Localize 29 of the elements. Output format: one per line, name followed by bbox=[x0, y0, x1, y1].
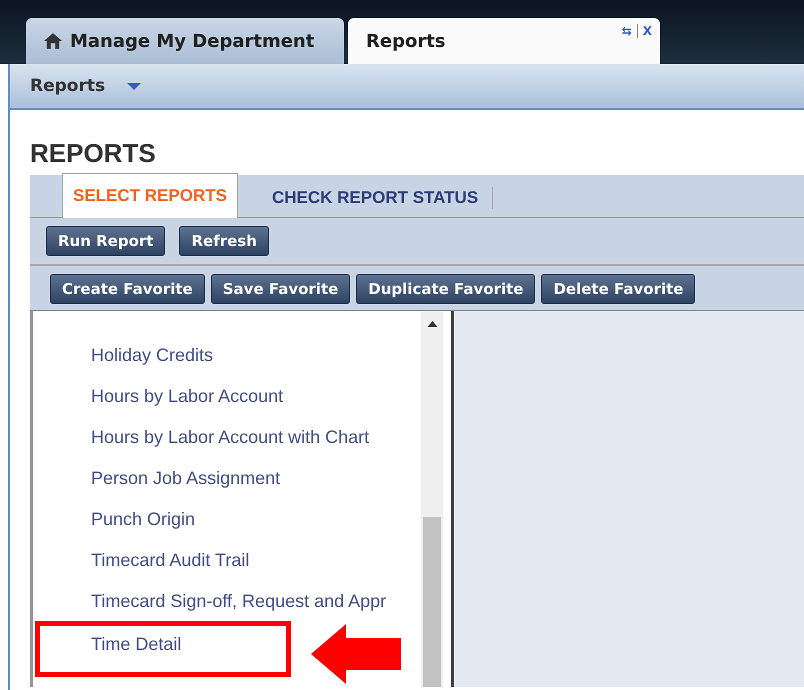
app-tab[interactable]: Reports ⇆ X bbox=[348, 18, 660, 64]
report-item[interactable]: Person Job Assignment bbox=[91, 468, 280, 489]
action-button[interactable]: Refresh bbox=[179, 226, 269, 256]
report-item[interactable]: Punch Origin bbox=[91, 509, 196, 530]
close-tab-button[interactable]: X bbox=[642, 24, 652, 38]
tab-label: Manage My Department bbox=[70, 30, 314, 52]
report-item[interactable]: Timecard Audit Trail bbox=[91, 550, 250, 571]
report-item[interactable]: Hours by Labor Account bbox=[91, 386, 284, 407]
arrow-icon bbox=[311, 624, 401, 684]
caret-icon[interactable] bbox=[127, 82, 142, 90]
action-button[interactable]: Run Report bbox=[46, 226, 166, 256]
report-item[interactable]: Hours by Labor Account with Chart bbox=[91, 427, 370, 448]
menu-label[interactable]: Reports bbox=[30, 76, 106, 96]
report-item[interactable]: Time Detail bbox=[91, 634, 182, 655]
tab-label: Reports bbox=[366, 30, 446, 52]
favorite-button[interactable]: Delete Favorite bbox=[541, 274, 696, 304]
favorite-button[interactable]: Save Favorite bbox=[210, 274, 350, 304]
favorite-button[interactable]: Create Favorite bbox=[50, 274, 205, 304]
scroll-thumb[interactable] bbox=[423, 517, 441, 687]
section-tab[interactable]: CHECK REPORT STATUS bbox=[258, 187, 494, 209]
favorite-button[interactable]: Duplicate Favorite bbox=[356, 274, 536, 304]
report-item[interactable]: Holiday Credits bbox=[91, 345, 214, 366]
report-item[interactable]: Timecard Sign-off, Request and Appr bbox=[91, 591, 386, 612]
refresh-tab-button[interactable]: ⇆ bbox=[622, 24, 632, 38]
scrollbar[interactable] bbox=[421, 311, 443, 687]
scroll-up-icon[interactable] bbox=[426, 321, 438, 327]
app-tab[interactable]: Manage My Department bbox=[26, 18, 344, 64]
home-icon bbox=[44, 33, 62, 49]
page-title: REPORTS bbox=[29, 137, 157, 170]
